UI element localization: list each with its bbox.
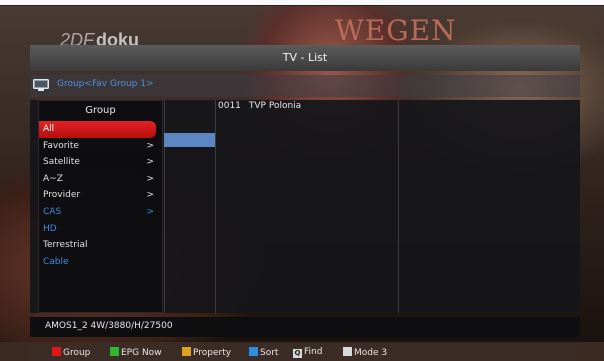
green-key-icon [110,347,119,356]
group-item-label: Provider [43,190,81,201]
list-cursor [164,133,215,147]
group-item-cas[interactable]: CAS > [39,204,162,221]
chevron-right-icon: > [146,173,154,184]
group-item-terrestrial[interactable]: Terrestrial [39,237,162,254]
group-menu: Group All Favorite > Satellite > A~Z > P… [38,100,163,313]
blue-key-icon [249,347,258,356]
legend-property[interactable]: Property [182,347,232,358]
chevron-right-icon: > [146,206,154,217]
legend-label: EPG Now [121,348,162,358]
channel-number: 0011 [218,101,241,111]
group-item-favorite[interactable]: Favorite > [39,138,162,155]
group-item-label: Favorite [43,140,79,151]
background-signage-text: WEGEN [335,14,457,47]
group-item-label: All [43,124,55,134]
column-divider [164,100,165,313]
legend-group[interactable]: Group [52,347,91,358]
white-key-icon [343,347,352,356]
legend-label: Sort [260,348,279,358]
chevron-right-icon: > [146,140,154,151]
group-item-label: Cable [43,256,69,267]
group-item-label: CAS [43,206,62,217]
group-item-cable[interactable]: Cable [39,254,162,271]
group-item-label: A~Z [43,173,63,184]
group-item-hd[interactable]: HD [39,221,162,238]
group-item-label: HD [43,223,57,234]
group-item-satellite[interactable]: Satellite > [39,154,162,171]
group-item-label: Satellite [43,157,80,168]
column-divider [215,100,216,313]
legend-find[interactable]: Q Find [293,347,323,358]
info-bar: AMOS1_2 4W/3880/H/27500 [30,317,580,337]
window-title: TV - List [30,45,580,71]
legend-epg-now[interactable]: EPG Now [110,347,162,358]
group-item-all[interactable]: All [39,121,156,138]
legend-label: Mode 3 [354,348,388,358]
satellite-info: AMOS1_2 4W/3880/H/27500 [45,321,173,331]
yellow-key-icon [182,347,191,356]
legend-label: Property [193,348,232,358]
group-item-provider[interactable]: Provider > [39,187,162,204]
channel-name: TVP Polonia [248,101,302,111]
tv-icon [33,79,49,91]
group-item-label: Terrestrial [43,240,88,251]
red-key-icon [52,347,61,356]
breadcrumb: Group<Fav Group 1> [30,75,580,97]
legend-label: Find [304,347,323,357]
column-divider [398,100,399,313]
tv-list-window: TV - List Group<Fav Group 1> Group All F… [30,45,580,361]
group-item-a-z[interactable]: A~Z > [39,171,162,188]
legend-label: Group [63,348,91,358]
legend-sort[interactable]: Sort [249,347,279,358]
channel-row[interactable]: 0011 TVP Polonia [218,101,301,111]
chevron-right-icon: > [146,190,154,201]
find-key-icon: Q [293,349,302,358]
chevron-right-icon: > [146,157,154,168]
group-menu-title: Group [85,105,116,116]
key-legend: Group EPG Now Property Sort Q Find Mode 3 [30,343,580,361]
breadcrumb-text: Group<Fav Group 1> [57,79,154,89]
legend-mode[interactable]: Mode 3 [343,347,388,358]
